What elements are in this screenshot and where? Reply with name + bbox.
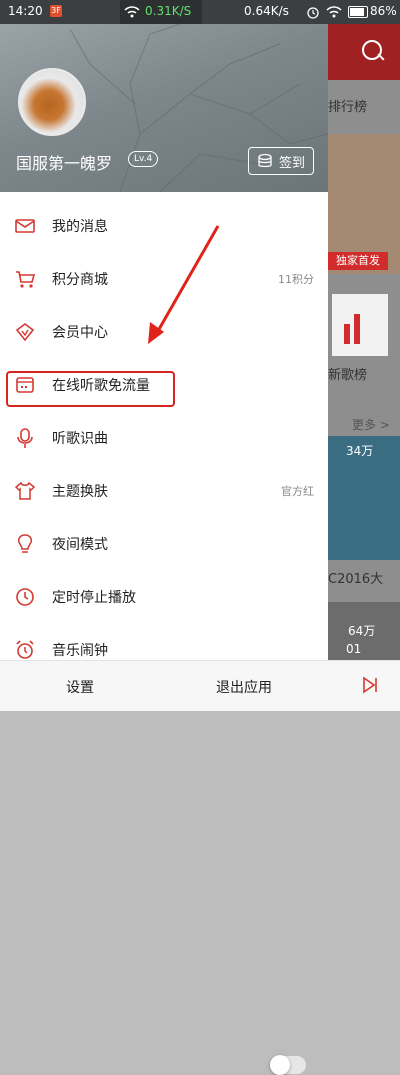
menu-label: 听歌识曲 [52,431,108,447]
signin-button[interactable]: 签到 [248,147,314,175]
network-speed-2: 0.64K/s [244,4,289,18]
playlist-number: 01 [346,642,362,656]
notification-badge: 3F [50,5,62,17]
level-badge: Lv.4 [128,151,159,167]
battery-fill [350,8,364,16]
battery-icon [348,6,368,18]
cart-icon [16,271,36,288]
next-track-icon[interactable] [358,673,382,697]
points-value: 11积分 [278,273,314,286]
status-bar: 14:20 3F 0.31K/S 0.64K/s 86% [0,0,400,24]
microphone-icon [17,428,33,448]
menu-item-song-recognition[interactable]: 听歌识曲 [0,412,328,465]
alarm-clock-icon [307,7,319,19]
menu-label: 音乐闹钟 [52,643,108,659]
alarm-icon [16,640,34,659]
bottom-bar: 设置 退出应用 [0,660,400,711]
night-mode-toggle[interactable] [270,1055,306,1075]
menu-label: 我的消息 [52,219,108,235]
new-songs-label: 新歌榜 [328,368,368,383]
background-app-header [328,24,400,80]
tab-charts[interactable]: 排行榜 [328,96,367,115]
menu-item-night-mode[interactable]: 夜间模式 [0,518,328,1075]
menu-label: 会员中心 [52,325,108,341]
battery-percent: 86% [370,4,397,18]
more-link[interactable]: 更多 > [352,416,390,433]
clock-icon [16,588,34,606]
exclusive-badge: 独家首发 [328,252,388,270]
username: 国服第一魄罗 [16,154,113,173]
navigation-drawer: 国服第一魄罗 Lv.4 签到 我的消息 积分商城 11积分 会员中心 在线听歌免… [0,0,328,1075]
tshirt-icon [14,481,36,500]
wifi-icon [124,6,140,18]
chart-bar-icon [344,324,350,344]
background-app: 排行榜 独家首发 新歌榜 更多 > 34万 C2016大 64万 01 [328,24,400,710]
avatar[interactable] [18,68,86,136]
status-time: 14:20 [8,4,43,18]
profile-header: 国服第一魄罗 Lv.4 签到 [0,24,328,192]
mail-icon [15,219,35,233]
settings-button[interactable]: 设置 [66,677,94,697]
menu-label: 夜间模式 [52,537,108,553]
network-speed: 0.31K/S [145,4,192,18]
play-count-2: 64万 [348,624,376,638]
playlist-title: C2016大 [328,572,384,587]
theme-value: 官方红 [281,485,314,498]
menu-label: 积分商城 [52,272,108,288]
menu-item-sleep-timer[interactable]: 定时停止播放 [0,571,328,624]
signin-label: 签到 [279,156,306,171]
exit-app-button[interactable]: 退出应用 [216,677,272,697]
play-count: 34万 [346,444,374,458]
annotation-arrow [148,225,220,344]
new-songs-card[interactable] [332,294,388,356]
vip-diamond-icon [15,323,35,342]
menu-item-theme[interactable]: 主题换肤 官方红 [0,465,328,518]
toggle-knob [270,1055,290,1075]
lightbulb-icon [18,534,32,553]
menu-label: 主题换肤 [52,484,108,500]
highlight-annotation [6,371,175,407]
wifi-signal-icon [326,6,342,18]
coins-icon [258,153,272,168]
chart-bar-icon [354,314,360,344]
menu-label: 定时停止播放 [52,590,136,606]
